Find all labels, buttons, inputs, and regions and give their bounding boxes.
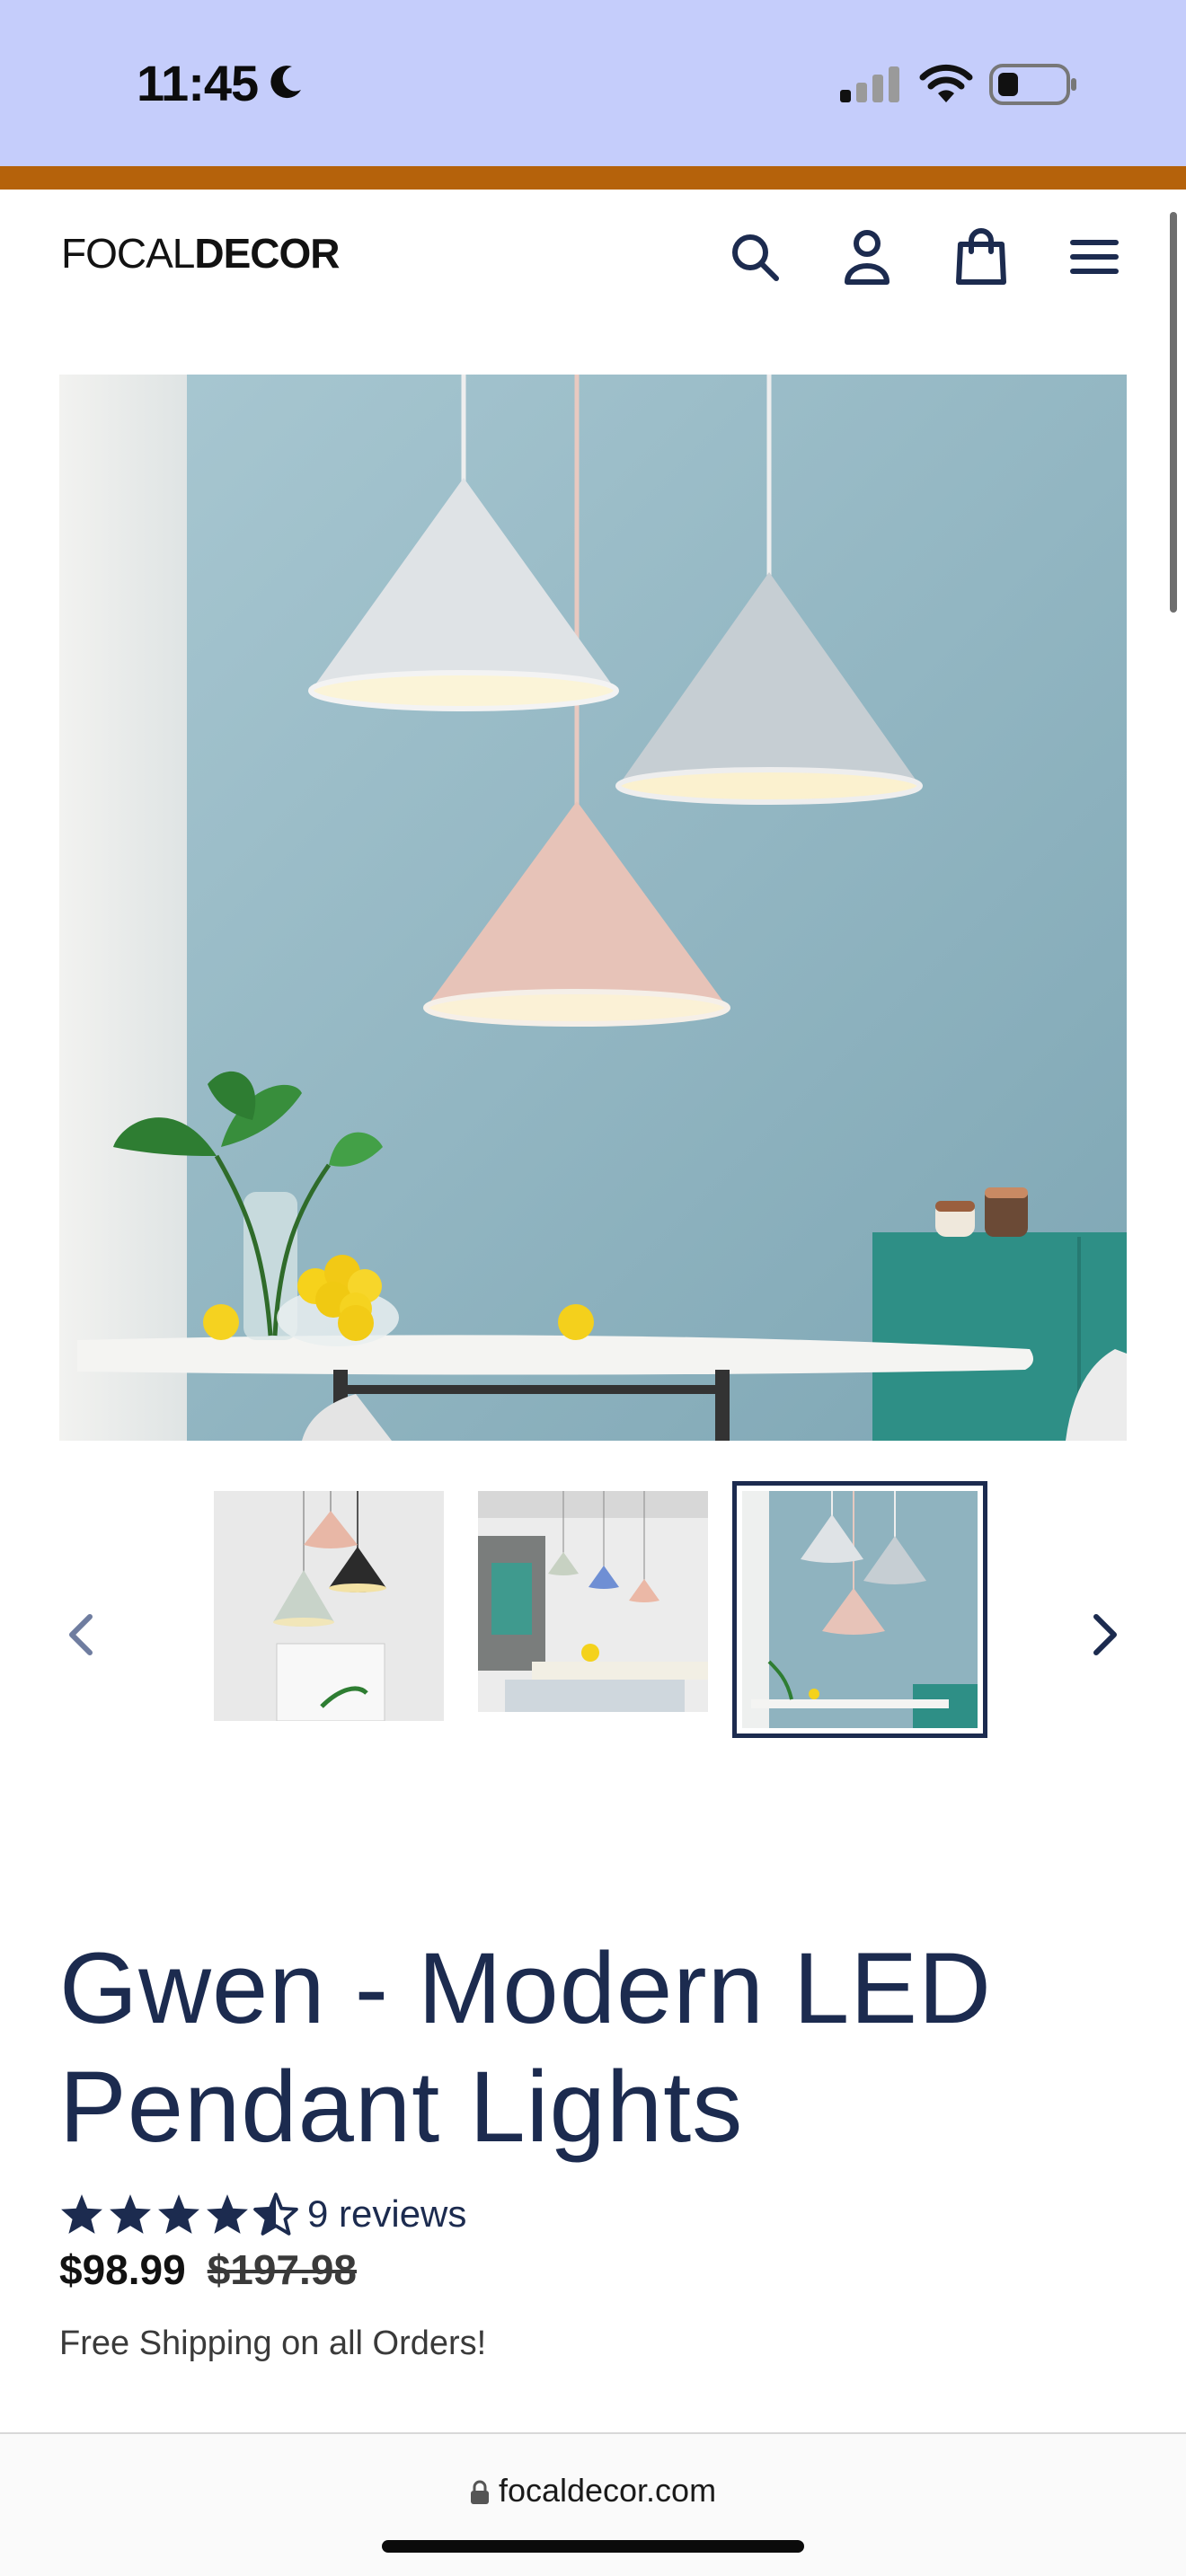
- thumbnail-3-image: [742, 1491, 978, 1728]
- cart-button[interactable]: [950, 225, 1013, 288]
- moon-icon: [270, 66, 301, 99]
- cellular-signal-icon: [840, 66, 899, 102]
- page-scrollbar[interactable]: [1170, 212, 1177, 613]
- pendant-lights-scene-illustration: [59, 375, 1127, 1441]
- price-row: $98.99 $197.98: [59, 2245, 357, 2294]
- thumbnail-2[interactable]: [478, 1491, 708, 1712]
- star-full-icon: [110, 2194, 151, 2234]
- gallery-next-button[interactable]: [1078, 1599, 1132, 1671]
- product-rating[interactable]: 9 reviews: [59, 2187, 466, 2241]
- lock-icon: [470, 2481, 489, 2505]
- product-main-image[interactable]: [59, 375, 1127, 1441]
- browser-address-bar[interactable]: focaldecor.com: [0, 2434, 1186, 2576]
- chevron-left-icon: [69, 1614, 93, 1655]
- logo-text-bold: DECOR: [194, 230, 340, 277]
- menu-button[interactable]: [1063, 225, 1126, 288]
- search-button[interactable]: [723, 225, 786, 288]
- rating-stars: [59, 2192, 298, 2236]
- search-icon: [732, 234, 779, 281]
- site-header: FOCALDECOR: [0, 190, 1186, 324]
- url-text: focaldecor.com: [498, 2472, 717, 2509]
- shipping-note: Free Shipping on all Orders!: [59, 2325, 487, 2362]
- status-time: 11:45: [137, 55, 259, 111]
- thumbnail-1-image: [214, 1491, 444, 1721]
- gallery-prev-button[interactable]: [54, 1599, 108, 1671]
- status-bar: 11:45: [0, 0, 1186, 166]
- thumbnail-1[interactable]: [214, 1491, 444, 1721]
- battery-icon: [989, 64, 1076, 105]
- home-indicator[interactable]: [382, 2540, 804, 2553]
- star-full-icon: [61, 2194, 102, 2234]
- sale-price: $98.99: [59, 2246, 186, 2293]
- logo-text-light: FOCAL: [61, 230, 195, 277]
- url-display[interactable]: focaldecor.com: [0, 2472, 1186, 2510]
- product-title: Gwen - Modern LED Pendant Lights: [59, 1932, 992, 2163]
- reviews-count-link[interactable]: 9 reviews: [307, 2192, 466, 2236]
- account-button[interactable]: [836, 225, 898, 288]
- thumbnail-2-image: [478, 1491, 708, 1712]
- thumbnail-3[interactable]: [732, 1481, 987, 1738]
- star-full-icon: [158, 2194, 199, 2234]
- regular-price: $197.98: [207, 2246, 357, 2293]
- accent-strip: [0, 166, 1186, 190]
- user-icon: [845, 230, 890, 285]
- site-logo[interactable]: FOCALDECOR: [61, 229, 341, 278]
- star-half-icon: [253, 2192, 298, 2236]
- wifi-icon: [919, 64, 973, 102]
- hamburger-menu-icon: [1070, 240, 1119, 274]
- chevron-right-icon: [1093, 1614, 1117, 1655]
- shopping-bag-icon: [956, 228, 1006, 285]
- star-full-icon: [207, 2194, 248, 2234]
